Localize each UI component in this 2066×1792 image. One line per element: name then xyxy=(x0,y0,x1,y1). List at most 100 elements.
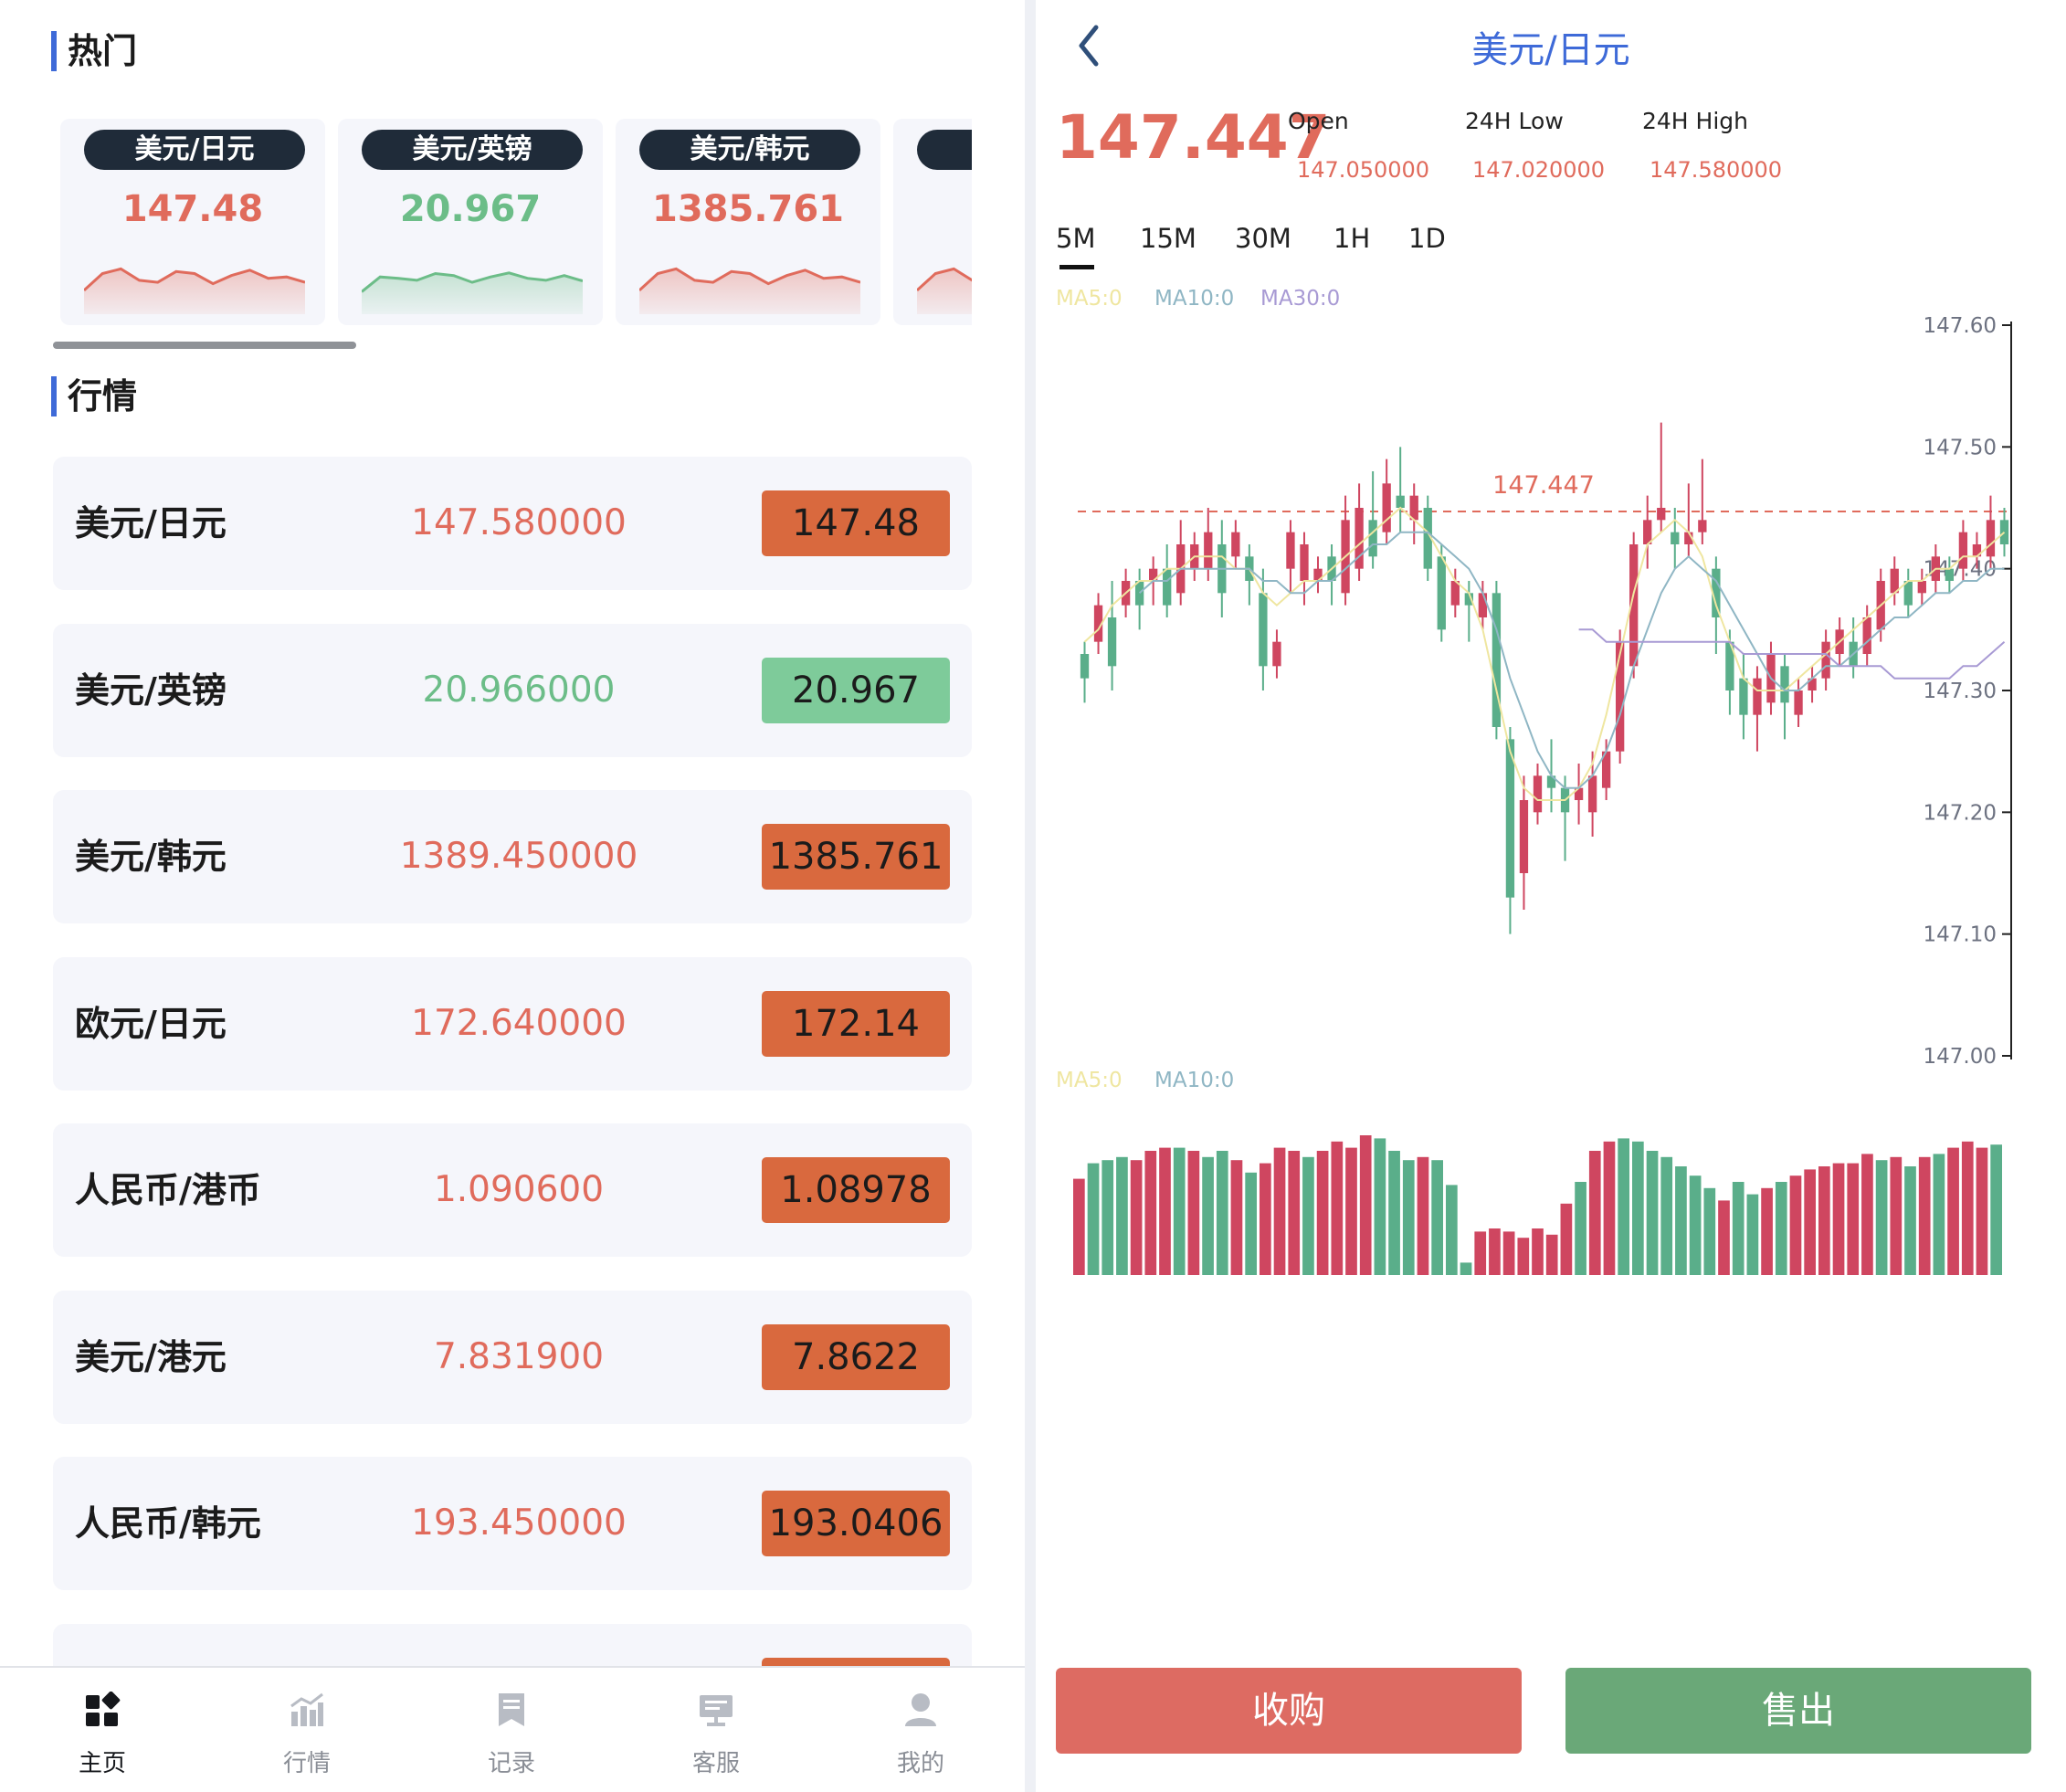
volume-bar xyxy=(1474,1231,1487,1275)
volume-bar xyxy=(1130,1160,1143,1275)
volume-bar xyxy=(1288,1151,1301,1275)
ma10-line xyxy=(1138,531,2005,789)
y-tick-label: 147.60 xyxy=(1924,314,1997,338)
volume-bar xyxy=(1718,1200,1730,1275)
volume-bar xyxy=(1489,1228,1501,1275)
volume-bar xyxy=(1890,1156,1903,1275)
ma30-line xyxy=(1578,628,2006,680)
volume-bar xyxy=(1904,1166,1916,1275)
candle-body xyxy=(1163,568,1172,606)
sparkline-area xyxy=(84,269,305,314)
volume-bar xyxy=(1789,1175,1802,1275)
market-row[interactable]: 美元/英镑 20.966000 20.967 xyxy=(53,623,972,757)
market-row[interactable]: 美元/港元 7.831900 7.8622 xyxy=(53,1290,972,1424)
buy-button[interactable]: 收购 xyxy=(1056,1668,1522,1754)
volume-bar xyxy=(1331,1141,1344,1275)
market-row-change-badge: 147.48 xyxy=(762,490,950,556)
candle-body xyxy=(1396,495,1405,508)
sparkline-chart xyxy=(639,267,860,314)
volume-bar xyxy=(1517,1238,1530,1275)
volume-bar xyxy=(1245,1172,1257,1275)
nav-item-records[interactable]: 记录 xyxy=(409,1668,614,1792)
candle-body xyxy=(1533,775,1543,813)
volume-bar xyxy=(1675,1166,1687,1275)
market-row-change-badge: 172.14 xyxy=(762,990,950,1057)
sparkline-area xyxy=(639,269,860,314)
kline-chart[interactable]: 147.60147.50147.40147.30147.20147.10147.… xyxy=(1036,0,2066,1297)
nav-item-market[interactable]: 行情 xyxy=(205,1668,409,1792)
sell-button[interactable]: 售出 xyxy=(1565,1668,2031,1754)
y-tick-label: 147.10 xyxy=(1924,923,1997,947)
market-row-pair: 美元/日元 xyxy=(75,503,227,543)
hot-card-pair: 美元/英镑 xyxy=(362,130,583,170)
hot-cards-carousel[interactable]: 美元/日元 147.48 美元/英镑 20.967 美元/韩元 1385.761 xyxy=(60,119,972,329)
volume-bar xyxy=(1316,1151,1329,1275)
current-price-label: 147.447 xyxy=(1492,471,1595,500)
market-row[interactable]: 美元/韩元 1389.450000 1385.761 xyxy=(53,790,972,923)
nav-item-home[interactable]: 主页 xyxy=(0,1668,205,1792)
volume-bar xyxy=(1230,1160,1243,1275)
market-row-change-badge: 7.8622 xyxy=(762,1323,950,1390)
sparkline-chart xyxy=(84,267,305,314)
volume-bar xyxy=(1216,1151,1228,1275)
market-row-pair: 美元/港元 xyxy=(75,1336,227,1377)
nav-item-service[interactable]: 客服 xyxy=(614,1668,818,1792)
volume-bar xyxy=(1173,1147,1186,1275)
volume-bar xyxy=(1202,1156,1214,1275)
volume-bar xyxy=(1689,1175,1702,1275)
candle-body xyxy=(1945,568,1955,581)
sparkline-chart xyxy=(362,271,583,314)
market-row-pair: 欧元/日元 xyxy=(75,1003,227,1044)
volume-bar xyxy=(1618,1138,1629,1275)
hot-card[interactable]: 美元/英镑 20.967 xyxy=(338,119,603,325)
hot-card[interactable]: 美元/韩元 1385.761 xyxy=(616,119,880,325)
home-screen: 热门 美元/日元 147.48 美元/英镑 20.967 美元/韩元 1385.761 行… xyxy=(0,0,1025,1792)
hot-card[interactable] xyxy=(893,119,972,325)
pair-detail-screen: 美元/日元 147.447 Open 147.050000 24H Low 14… xyxy=(1036,0,2066,1792)
volume-bar xyxy=(1417,1156,1429,1275)
volume-bar xyxy=(1660,1156,1673,1275)
customer-service-icon xyxy=(700,1695,733,1726)
volume-bar xyxy=(1847,1163,1860,1275)
volume-bar xyxy=(1087,1163,1100,1275)
carousel-scroll-indicator xyxy=(53,342,356,349)
market-row-price: 1.090600 xyxy=(433,1169,605,1210)
volume-bar xyxy=(1345,1147,1357,1275)
candle-body xyxy=(1862,617,1871,654)
market-row-pair: 人民币/港币 xyxy=(75,1170,261,1210)
volume-bar xyxy=(1431,1160,1443,1275)
market-row[interactable]: 欧元/日元 172.640000 172.14 xyxy=(53,956,972,1091)
y-tick-label: 147.30 xyxy=(1924,680,1997,703)
nav-item-profile[interactable]: 我的 xyxy=(818,1668,1023,1792)
volume-bar xyxy=(1961,1141,1974,1275)
candle-body xyxy=(1821,641,1830,679)
market-row-change-badge: 20.967 xyxy=(762,657,950,723)
market-row-price: 7.831900 xyxy=(433,1335,605,1377)
volume-bar xyxy=(1976,1147,1988,1275)
hot-card[interactable]: 美元/日元 147.48 xyxy=(60,119,325,325)
candle-body xyxy=(1231,532,1240,557)
volume-bar xyxy=(1875,1160,1888,1275)
candle-body xyxy=(1657,508,1666,521)
sparkline-chart xyxy=(917,267,972,314)
candle-body xyxy=(1519,800,1529,873)
volume-bar xyxy=(1187,1151,1200,1275)
volume-bar xyxy=(1632,1141,1644,1275)
market-row-price: 147.580000 xyxy=(411,502,627,543)
market-row-change-badge: 193.0406 xyxy=(762,1491,950,1556)
market-row[interactable]: 人民币/港币 1.090600 1.08978 xyxy=(53,1123,972,1257)
market-row-pair: 美元/韩元 xyxy=(75,837,227,877)
volume-bar xyxy=(1918,1156,1931,1275)
market-row[interactable]: 美元/日元 147.580000 147.48 xyxy=(53,457,972,590)
volume-bar xyxy=(1545,1234,1558,1275)
market-row[interactable]: 人民币/韩元 193.450000 193.0406 xyxy=(53,1457,972,1590)
candle-body xyxy=(1917,581,1926,594)
hot-card-pair xyxy=(917,130,972,170)
nav-label-profile: 我的 xyxy=(896,1750,944,1777)
volume-bar xyxy=(1359,1135,1372,1275)
volume-bar xyxy=(1775,1182,1787,1275)
market-row-change-badge: 1.08978 xyxy=(762,1157,950,1223)
volume-ma5-legend: MA5:0 xyxy=(1056,1069,1123,1092)
y-tick-label: 147.50 xyxy=(1924,436,1997,459)
candle-body xyxy=(1478,593,1488,617)
